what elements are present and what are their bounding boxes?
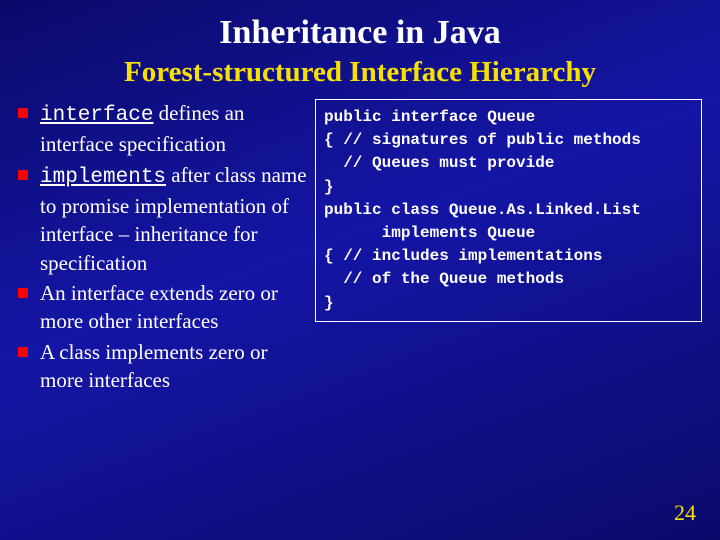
bullet-list: interface defines an interface specifica…: [18, 99, 313, 394]
bullet-item: interface defines an interface specifica…: [18, 99, 313, 159]
bullet-item: A class implements zero or more interfac…: [18, 338, 313, 395]
slide-subtitle: Forest-structured Interface Hierarchy: [0, 56, 720, 89]
keyword-implements: implements: [40, 166, 166, 189]
page-number: 24: [674, 500, 696, 526]
bullet-item: An interface extends zero or more other …: [18, 279, 313, 336]
code-block: public interface Queue { // signatures o…: [315, 99, 702, 322]
bullet-column: interface defines an interface specifica…: [18, 99, 313, 396]
code-column: public interface Queue { // signatures o…: [313, 99, 702, 396]
bullet-text: An interface extends zero or more other …: [40, 281, 278, 333]
keyword-interface: interface: [40, 104, 153, 127]
slide-title: Inheritance in Java: [0, 0, 720, 52]
bullet-text: A class implements zero or more interfac…: [40, 340, 267, 392]
bullet-item: implements after class name to promise i…: [18, 161, 313, 277]
content-area: interface defines an interface specifica…: [0, 89, 720, 396]
